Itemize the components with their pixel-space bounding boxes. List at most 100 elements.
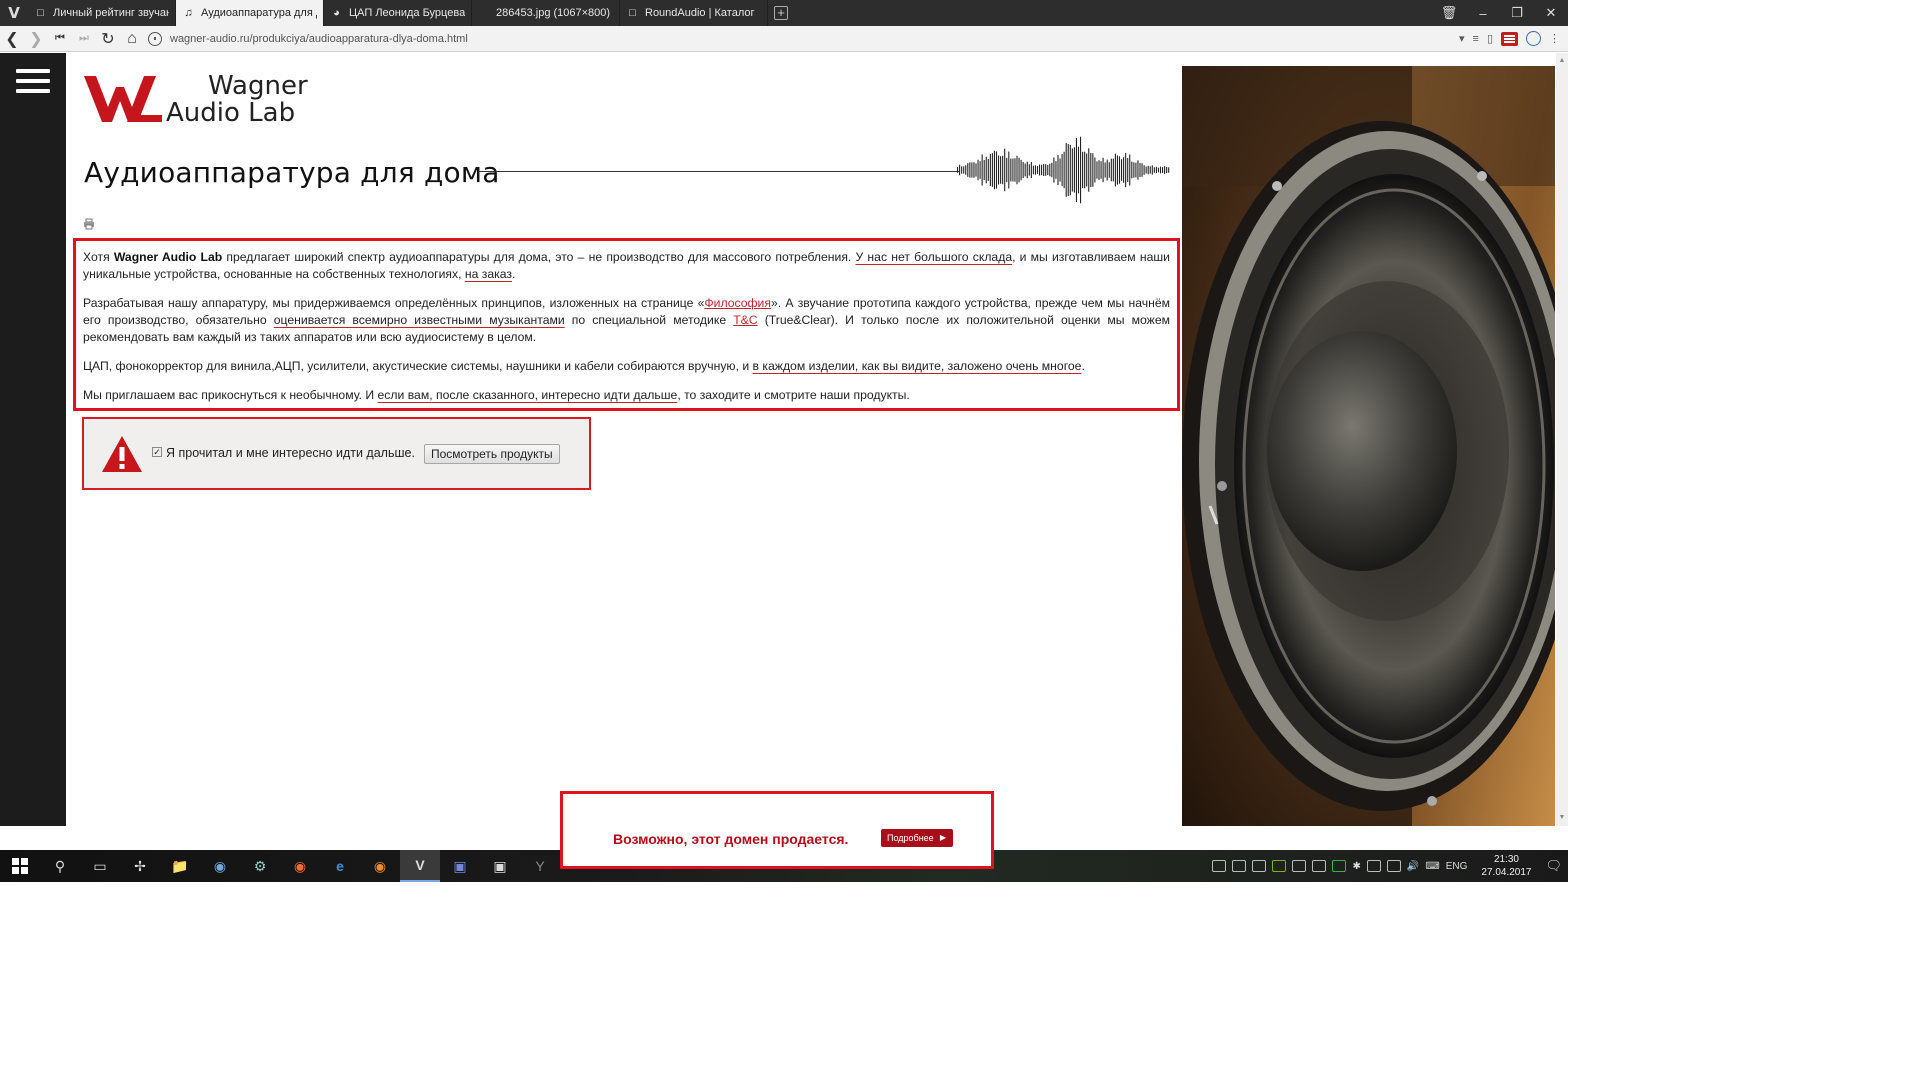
discord-icon[interactable]: ▣ xyxy=(440,850,480,882)
wave-bar xyxy=(1127,158,1129,182)
tray-gamepad-icon[interactable] xyxy=(1292,860,1307,872)
paragraph-3: ЦАП, фонокорректор для винила,АЦП, усили… xyxy=(83,359,1085,373)
wave-bar xyxy=(1002,155,1004,185)
tab-label: 286453.jpg (1067×800) xyxy=(496,7,611,19)
app-square-icon[interactable]: ▣ xyxy=(480,850,520,882)
tc-link[interactable]: T&C xyxy=(733,313,757,327)
scroll-down-icon[interactable]: ▼ xyxy=(1558,814,1566,822)
vivaldi-taskbar-icon[interactable]: V xyxy=(400,850,440,882)
wave-bar xyxy=(959,164,961,176)
wave-bar xyxy=(1094,157,1096,183)
tray-app-icon[interactable] xyxy=(1252,860,1267,872)
trash-icon[interactable]: 🗑 xyxy=(1432,0,1466,26)
wave-bar xyxy=(1061,153,1063,187)
philosophy-link[interactable]: Философия xyxy=(704,296,771,310)
tray-app-icon[interactable] xyxy=(1212,860,1227,872)
tab-2[interactable]: ♫ Аудиоаппаратура для дома xyxy=(176,0,324,26)
steam-icon[interactable]: ⚙ xyxy=(240,850,280,882)
wave-bar xyxy=(1030,161,1032,179)
wave-bar xyxy=(1073,147,1075,193)
tray-shield-icon[interactable] xyxy=(1332,860,1347,872)
wave-bar xyxy=(1135,162,1137,178)
wave-bar xyxy=(1051,162,1053,178)
vivaldi-menu-icon[interactable]: V xyxy=(0,0,28,26)
wave-bar xyxy=(987,159,989,181)
plus-icon: + xyxy=(774,6,788,20)
reload-button[interactable]: ↻ xyxy=(96,27,120,51)
bluetooth-icon[interactable]: ✱ xyxy=(1352,861,1360,872)
language-icon[interactable]: ⌨ xyxy=(1425,861,1439,872)
wave-bar xyxy=(1028,164,1030,176)
extension-icon[interactable] xyxy=(1526,31,1541,46)
search-icon[interactable]: ⚲ xyxy=(40,850,80,882)
input-language[interactable]: ENG xyxy=(1446,861,1468,872)
wave-bar xyxy=(971,162,973,178)
app-glass-icon[interactable]: Y xyxy=(520,850,560,882)
origin-icon[interactable]: ◉ xyxy=(280,850,320,882)
volume-icon[interactable]: 🔊 xyxy=(1407,861,1419,872)
dropdown-arrow-icon[interactable]: ▾ xyxy=(1459,32,1465,45)
hamburger-menu-icon[interactable] xyxy=(16,69,50,93)
more-icon[interactable]: ⋮ xyxy=(1549,32,1560,45)
tab-1[interactable]: □ Личный рейтинг звучания xyxy=(28,0,176,26)
browser-tab-bar: V □ Личный рейтинг звучания ♫ Аудиоаппар… xyxy=(0,0,1568,26)
wave-bar xyxy=(965,165,967,175)
tab-3[interactable]: ◕ ЦАП Леонида Бурцева - Ст xyxy=(324,0,472,26)
file-explorer-icon[interactable]: 📁 xyxy=(160,850,200,882)
network-icon[interactable] xyxy=(1386,860,1401,872)
wave-bar xyxy=(1108,162,1110,178)
read-confirm-checkbox[interactable]: ✓ xyxy=(152,447,162,457)
url-field[interactable]: wagner-audio.ru/produkciya/audioapparatu… xyxy=(148,28,1459,50)
tab-5[interactable]: □ RoundAudio | Каталог xyxy=(620,0,768,26)
tab-label: RoundAudio | Каталог xyxy=(645,7,755,19)
extension-menu-icon[interactable] xyxy=(1501,31,1518,46)
wave-bar xyxy=(991,153,993,187)
wave-bar xyxy=(1139,162,1141,178)
back-button[interactable]: ❮ xyxy=(0,27,24,51)
start-button[interactable] xyxy=(0,850,40,882)
wave-bar xyxy=(1123,157,1125,183)
wave-bar xyxy=(1145,166,1147,174)
wave-bar xyxy=(1104,162,1106,178)
wave-bar xyxy=(1125,152,1127,188)
bookmark-icon[interactable]: ▯ xyxy=(1487,32,1493,45)
wave-bar xyxy=(973,162,975,178)
forward-button[interactable]: ❯ xyxy=(24,27,48,51)
site-logo[interactable]: Wagner Audio Lab xyxy=(82,73,308,129)
wave-bar xyxy=(1063,151,1065,189)
page-title: Аудиоаппаратура для дома xyxy=(84,156,500,189)
firefox-icon[interactable]: ◉ xyxy=(360,850,400,882)
edge-icon[interactable]: e xyxy=(320,850,360,882)
print-icon[interactable] xyxy=(83,218,95,230)
wave-bar xyxy=(1112,158,1114,182)
clock[interactable]: 21:30 27.04.2017 xyxy=(1481,853,1531,879)
site-info-icon[interactable] xyxy=(148,31,162,46)
notifications-icon[interactable]: 🗨 xyxy=(1545,858,1562,874)
task-view-icon[interactable]: ▭ xyxy=(80,850,120,882)
view-products-button[interactable]: Посмотреть продукты xyxy=(424,444,560,464)
tray-steam-icon[interactable] xyxy=(1312,860,1327,872)
rewind-button[interactable]: ⏮ xyxy=(48,27,72,51)
wave-bar xyxy=(1141,163,1143,177)
more-info-button[interactable]: Подробнее ▶ xyxy=(881,829,953,847)
restore-button[interactable]: ❐ xyxy=(1500,0,1534,26)
home-button[interactable]: ⌂ xyxy=(120,27,144,51)
app-icon[interactable]: ✢ xyxy=(120,850,160,882)
close-button[interactable]: ✕ xyxy=(1534,0,1568,26)
page-scrollbar[interactable]: ▲ ▼ xyxy=(1556,53,1568,826)
tray-discord-icon[interactable] xyxy=(1232,860,1247,872)
wave-bar xyxy=(1153,167,1155,173)
wave-bar xyxy=(1047,164,1049,176)
new-tab-button[interactable]: + xyxy=(768,0,794,26)
tray-nvidia-icon[interactable] xyxy=(1272,860,1287,872)
tab-4[interactable]: 286453.jpg (1067×800) xyxy=(472,0,620,26)
minimize-button[interactable]: – xyxy=(1466,0,1500,26)
disk-app-icon[interactable]: ◉ xyxy=(200,850,240,882)
wave-bar xyxy=(1071,148,1073,192)
reader-icon[interactable]: ≡ xyxy=(1473,33,1479,45)
wave-bar xyxy=(1014,158,1016,182)
wave-bar xyxy=(993,150,995,190)
scroll-up-icon[interactable]: ▲ xyxy=(1558,57,1566,65)
tray-security-icon[interactable] xyxy=(1366,860,1381,872)
fast-forward-button[interactable]: ⏭ xyxy=(72,27,96,51)
